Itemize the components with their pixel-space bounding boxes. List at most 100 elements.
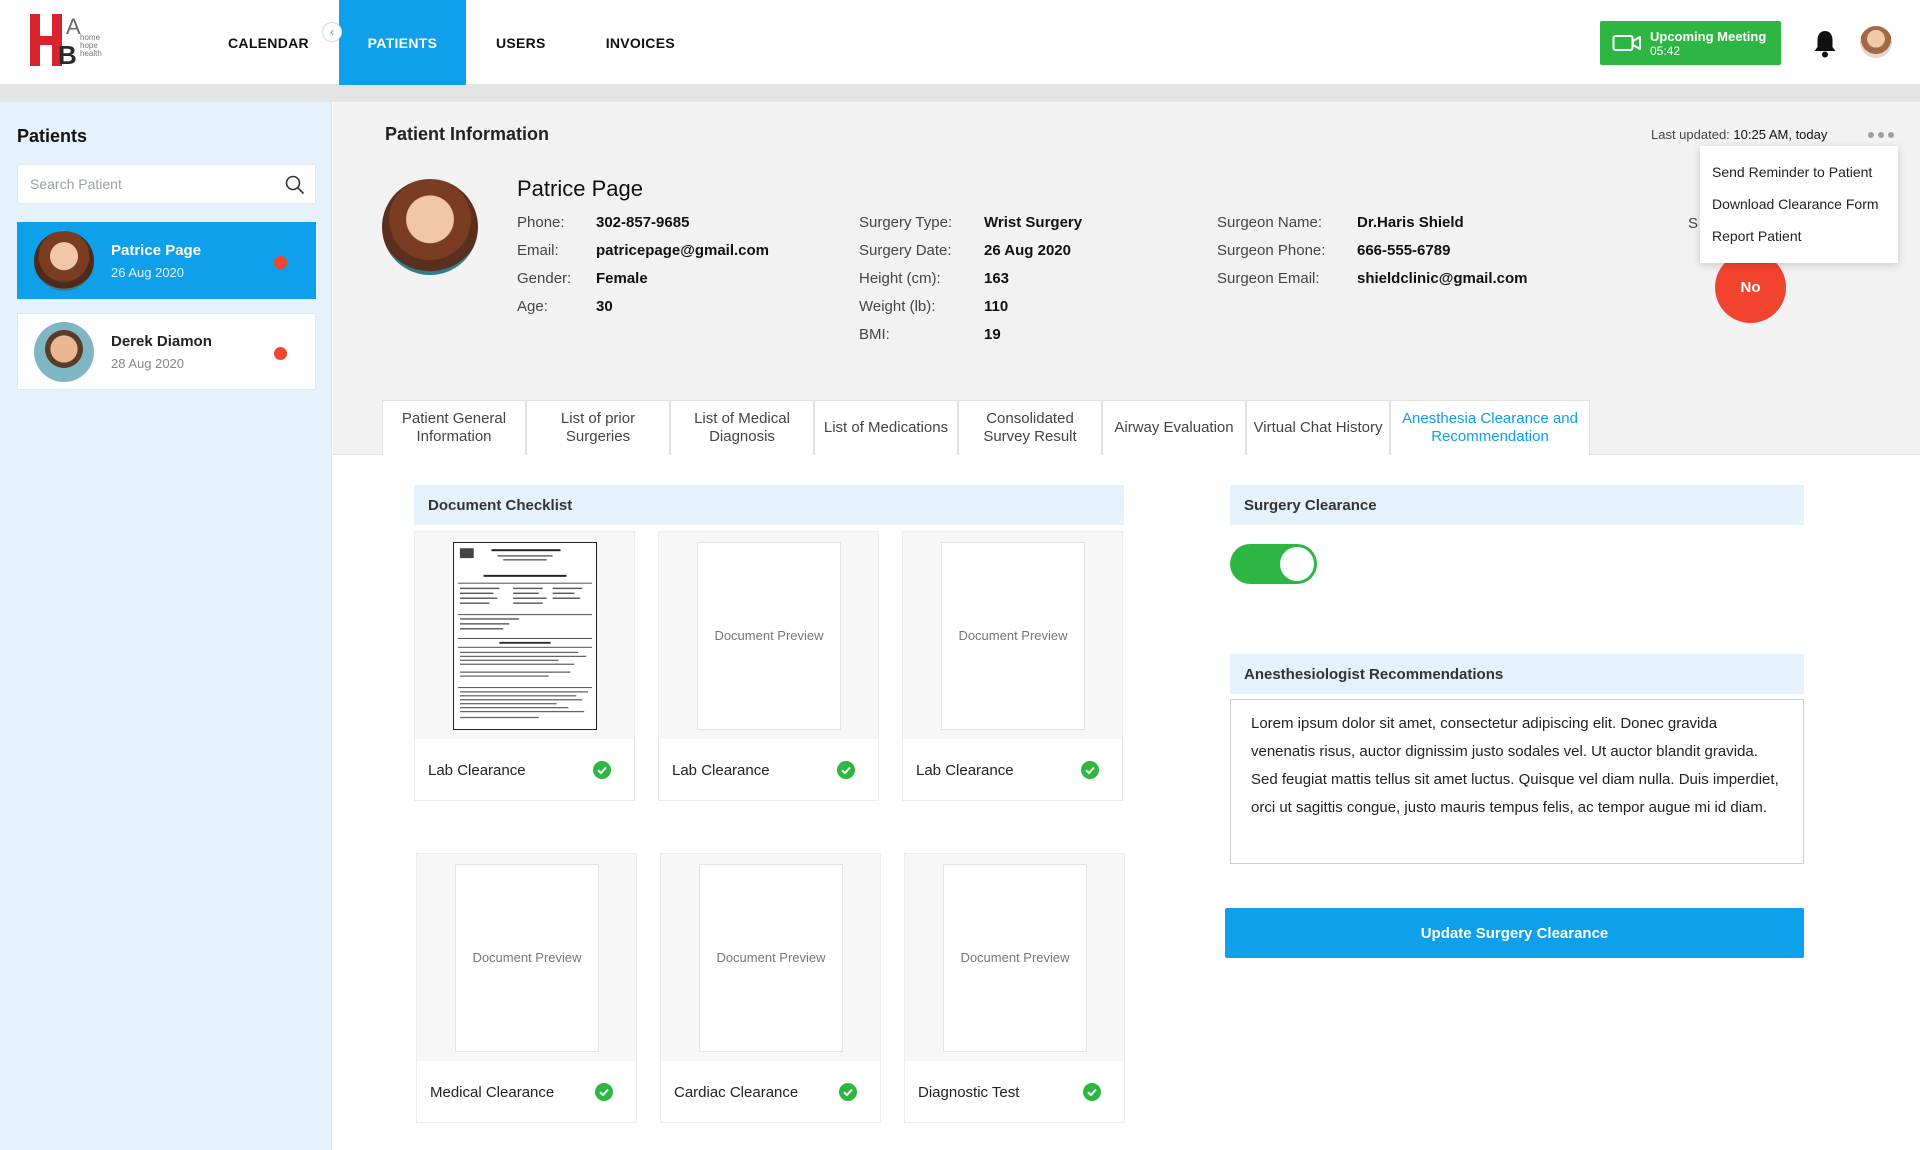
document-preview-placeholder: Document Preview xyxy=(699,864,843,1052)
patient-photo xyxy=(382,179,478,275)
surgery-clearance-toggle[interactable] xyxy=(1230,544,1317,584)
document-thumbnail: Document Preview xyxy=(905,854,1124,1061)
info-label: Surgery Type: xyxy=(859,213,953,231)
check-circle-icon xyxy=(839,1083,857,1101)
info-value: 302-857-9685 xyxy=(596,213,690,231)
document-label: Lab Clearance xyxy=(672,761,770,779)
info-label: Age: xyxy=(517,297,548,315)
info-label: Email: xyxy=(517,241,559,259)
patients-sidebar: Patients Patrice Page 26 Aug 2020 Derek … xyxy=(0,102,332,1150)
surgery-clearance-header: Surgery Clearance xyxy=(1230,485,1804,525)
toggle-knob xyxy=(1280,547,1314,581)
document-card[interactable]: Lab Clearance xyxy=(414,531,635,801)
nav-calendar[interactable]: CALENDAR xyxy=(198,0,339,85)
surgeon-info: Surgeon Name: Dr.Haris Shield Surgeon Pho… xyxy=(1217,208,1528,292)
document-card[interactable]: Document Preview Medical Clearance xyxy=(416,853,637,1123)
document-thumbnail: Document Preview xyxy=(661,854,880,1061)
tab-chat-history[interactable]: Virtual Chat History xyxy=(1246,400,1390,455)
nav-invoices[interactable]: INVOICES xyxy=(576,0,705,85)
document-card[interactable]: Document Preview Cardiac Clearance xyxy=(660,853,881,1123)
nav-patients[interactable]: PATIENTS xyxy=(338,0,466,85)
patient-date: 28 Aug 2020 xyxy=(111,355,185,371)
patient-name: Derek Diamon xyxy=(111,332,212,350)
info-value: 666-555-6789 xyxy=(1357,241,1451,259)
bell-icon[interactable] xyxy=(1812,28,1838,58)
meeting-time: 05:42 xyxy=(1650,43,1681,58)
document-label: Lab Clearance xyxy=(428,761,526,779)
document-label: Medical Clearance xyxy=(430,1083,555,1101)
check-circle-icon xyxy=(1081,761,1099,779)
document-preview-placeholder: Document Preview xyxy=(697,542,841,730)
options-menu: Send Reminder to Patient Download Cleara… xyxy=(1700,146,1898,263)
tab-survey-result[interactable]: Consolidated Survey Result xyxy=(958,400,1102,455)
document-preview-placeholder: Document Preview xyxy=(941,542,1085,730)
update-surgery-clearance-button[interactable]: Update Surgery Clearance xyxy=(1225,908,1804,958)
info-value: Wrist Surgery xyxy=(984,213,1083,231)
header-divider xyxy=(0,85,1920,102)
patient-tabs: Patient General Information List of prio… xyxy=(382,400,1590,455)
user-avatar[interactable] xyxy=(1860,26,1892,58)
scanned-document-image xyxy=(453,542,597,730)
patient-name: Patrice Page xyxy=(111,241,202,259)
patient-date: 26 Aug 2020 xyxy=(111,264,185,280)
document-card[interactable]: Document Preview Lab Clearance xyxy=(902,531,1123,801)
document-preview-placeholder: Document Preview xyxy=(455,864,599,1052)
tab-airway-evaluation[interactable]: Airway Evaluation xyxy=(1102,400,1246,455)
document-thumbnail xyxy=(415,532,634,739)
info-value: 163 xyxy=(984,269,1010,287)
info-value: shieldclinic@gmail.com xyxy=(1357,269,1528,287)
surgery-info: Surgery Type: Wrist Surgery Surgery Date:… xyxy=(859,208,1082,348)
document-label: Diagnostic Test xyxy=(918,1083,1020,1101)
main-nav: CALENDAR PATIENTS USERS INVOICES xyxy=(198,0,705,85)
search-icon[interactable] xyxy=(285,175,305,195)
info-label: Weight (lb): xyxy=(859,297,936,315)
svg-text:B: B xyxy=(58,40,77,69)
chevron-left-icon: ‹ xyxy=(330,25,334,39)
sidebar-title: Patients xyxy=(17,126,88,146)
tab-general-info[interactable]: Patient General Information xyxy=(382,400,526,455)
info-label: Surgeon Name: xyxy=(1217,213,1323,231)
tab-medications[interactable]: List of Medications xyxy=(814,400,958,455)
menu-report-patient[interactable]: Report Patient xyxy=(1700,220,1898,252)
tab-anesthesia-clearance[interactable]: Anesthesia Clearance and Recommendation xyxy=(1390,400,1590,455)
recommendations-textarea[interactable]: Lorem ipsum dolor sit amet, consectetur … xyxy=(1230,699,1804,864)
info-value: 110 xyxy=(984,297,1009,315)
info-value: 30 xyxy=(596,297,613,315)
logo[interactable]: A B home hope health xyxy=(30,14,130,69)
info-value: Female xyxy=(596,269,648,287)
patient-search xyxy=(17,164,316,204)
patient-avatar xyxy=(34,230,94,291)
tab-medical-diagnosis[interactable]: List of Medical Diagnosis xyxy=(670,400,814,455)
document-card[interactable]: Document Preview Diagnostic Test xyxy=(904,853,1125,1123)
document-card[interactable]: Document Preview Lab Clearance xyxy=(658,531,879,801)
clearance-label-partial: S xyxy=(1688,215,1699,232)
document-label: Lab Clearance xyxy=(916,761,1014,779)
patient-avatar xyxy=(34,321,94,382)
collapse-sidebar-button[interactable]: ‹ xyxy=(322,22,342,42)
patient-card[interactable]: Derek Diamon 28 Aug 2020 xyxy=(17,313,316,390)
status-dot xyxy=(274,347,287,360)
tab-prior-surgeries[interactable]: List of prior Surgeries xyxy=(526,400,670,455)
info-value: patricepage@gmail.com xyxy=(596,241,770,259)
check-circle-icon xyxy=(593,761,611,779)
info-label: Gender: xyxy=(517,269,572,287)
section-title: Patient Information xyxy=(385,124,550,144)
video-camera-icon xyxy=(1612,35,1641,51)
info-label: Height (cm): xyxy=(859,269,941,287)
nav-users[interactable]: USERS xyxy=(466,0,576,85)
info-value: 19 xyxy=(984,325,1001,343)
search-input[interactable] xyxy=(18,165,268,203)
menu-download-form[interactable]: Download Clearance Form xyxy=(1700,188,1898,220)
document-preview-placeholder: Document Preview xyxy=(943,864,1087,1052)
patient-card[interactable]: Patrice Page 26 Aug 2020 xyxy=(17,222,316,299)
menu-send-reminder[interactable]: Send Reminder to Patient xyxy=(1700,156,1898,188)
check-circle-icon xyxy=(595,1083,613,1101)
last-updated-value: 10:25 AM, today xyxy=(1733,127,1828,142)
info-label: Surgeon Email: xyxy=(1217,269,1320,287)
more-options-icon[interactable] xyxy=(1868,128,1894,142)
upcoming-meeting-button[interactable]: Upcoming Meeting 05:42 xyxy=(1600,21,1781,65)
svg-text:A: A xyxy=(66,14,81,39)
contact-info: Phone: 302-857-9685 Email: patricepage@gma… xyxy=(517,208,769,320)
document-thumbnail: Document Preview xyxy=(417,854,636,1061)
meeting-label: Upcoming Meeting xyxy=(1650,28,1767,44)
